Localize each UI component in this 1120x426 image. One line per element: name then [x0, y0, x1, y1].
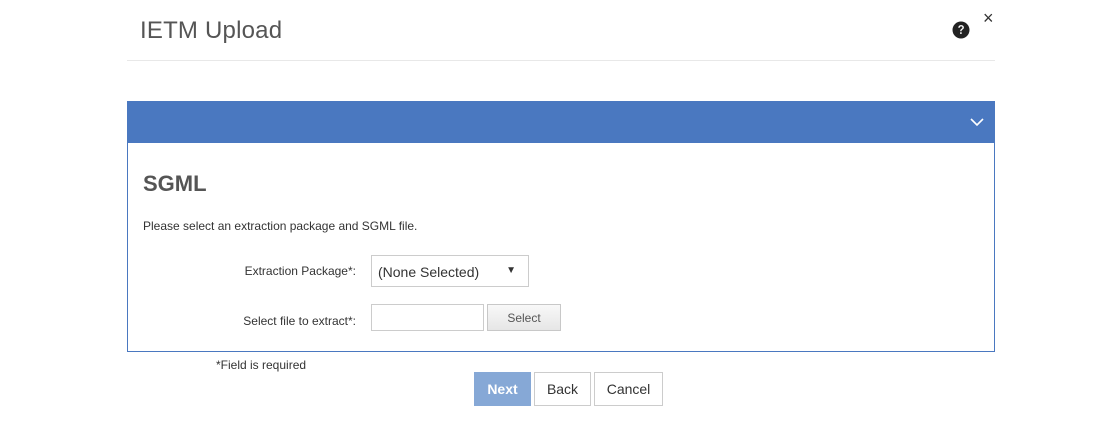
question-circle-icon[interactable] [952, 21, 970, 39]
chevron-down-icon[interactable] [970, 115, 984, 129]
close-icon[interactable]: × [983, 9, 994, 27]
extraction-package-select[interactable]: (None Selected) ▼ [371, 255, 529, 287]
dropdown-arrow-icon: ▼ [506, 265, 516, 276]
dialog-title: IETM Upload [140, 17, 283, 44]
sgml-panel: SGML Please select an extraction package… [127, 101, 995, 352]
instructions-text: Please select an extraction package and … [143, 219, 418, 233]
required-field-note: *Field is required [216, 358, 307, 372]
back-button[interactable]: Back [534, 372, 591, 406]
section-title: SGML [143, 171, 207, 196]
file-select-button[interactable]: Select [487, 304, 561, 331]
extraction-package-label: Extraction Package*: [244, 264, 356, 278]
extraction-package-value: (None Selected) [378, 264, 480, 280]
file-path-input[interactable] [371, 304, 484, 331]
file-label: Select file to extract*: [243, 314, 356, 328]
panel-header[interactable] [128, 102, 994, 143]
header-divider [127, 60, 995, 61]
cancel-button[interactable]: Cancel [594, 372, 663, 406]
next-button[interactable]: Next [474, 372, 531, 406]
